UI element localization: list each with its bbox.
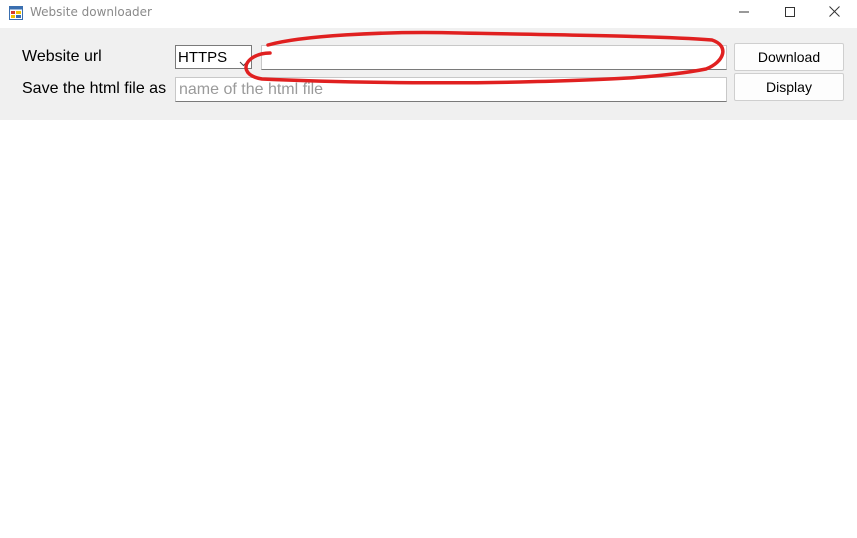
maximize-icon — [785, 4, 795, 22]
save-file-label: Save the html file as — [22, 80, 167, 97]
download-form-panel: Website url HTTPS Download Save the html… — [0, 28, 857, 120]
close-icon — [828, 4, 840, 22]
minimize-icon — [739, 4, 749, 22]
html-filename-input[interactable] — [175, 77, 727, 102]
display-button[interactable]: Display — [734, 73, 844, 101]
close-button[interactable] — [811, 0, 857, 26]
protocol-selected-value: HTTPS — [178, 49, 228, 66]
title-bar[interactable]: Website downloader — [0, 0, 857, 28]
maximize-button[interactable] — [767, 0, 813, 26]
app-window-icon — [9, 6, 23, 20]
download-button[interactable]: Download — [734, 43, 844, 71]
minimize-button[interactable] — [721, 0, 767, 26]
website-url-label: Website url — [22, 48, 102, 65]
app-window: Website downloader Website url HTTPS Dow… — [0, 0, 857, 538]
website-url-input[interactable] — [261, 45, 727, 70]
chevron-down-icon — [239, 54, 248, 72]
window-title: Website downloader — [30, 5, 152, 19]
protocol-select[interactable]: HTTPS — [175, 45, 252, 69]
